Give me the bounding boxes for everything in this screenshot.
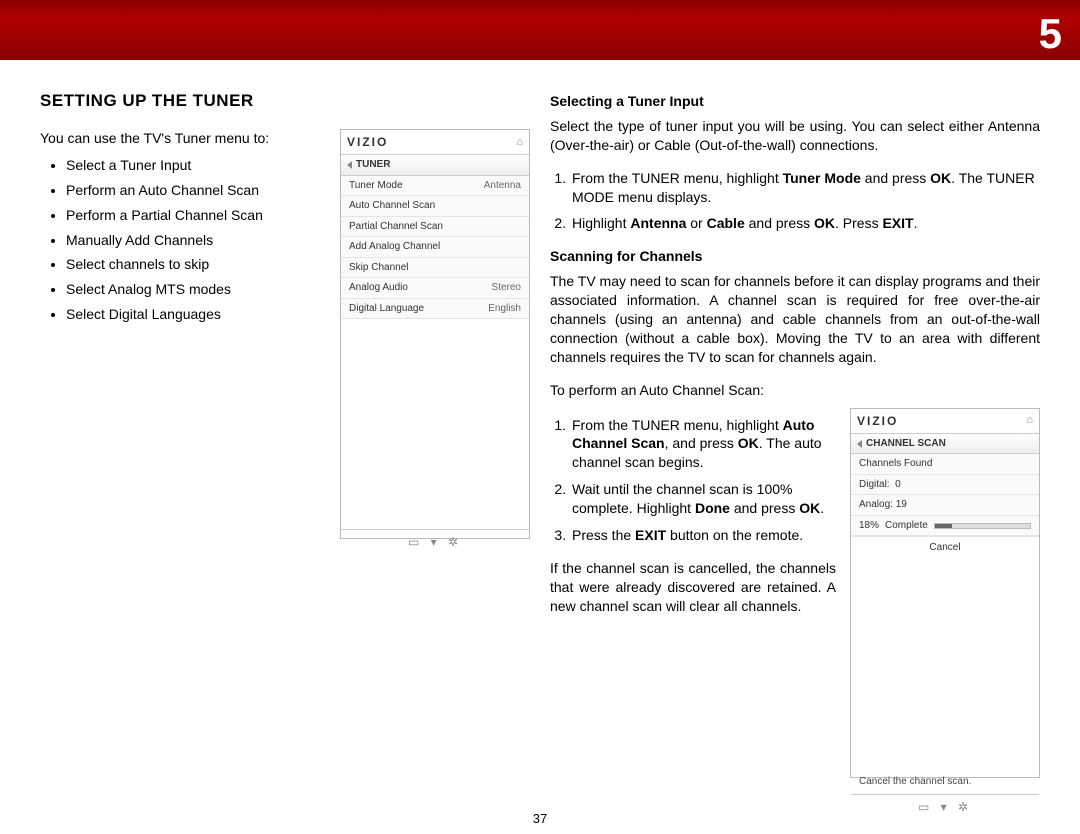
feature-bullets: Select a Tuner Input Perform an Auto Cha… xyxy=(66,156,322,324)
page-body: SETTING UP THE TUNER You can use the TV'… xyxy=(0,60,1080,778)
progress-complete-label: Complete xyxy=(885,519,928,533)
right-column: Selecting a Tuner Input Select the type … xyxy=(550,90,1040,778)
osd-title-row: CHANNEL SCAN xyxy=(851,434,1039,455)
osd-footer-icons: ▭ ▾ ✲ xyxy=(341,529,529,554)
osd-row: Skip Channel xyxy=(341,258,529,279)
osd-row: Analog: 19 xyxy=(851,495,1039,516)
osd-row: Channels Found xyxy=(851,454,1039,475)
osd-row: Digital LanguageEnglish xyxy=(341,299,529,320)
bullet-item: Perform an Auto Channel Scan xyxy=(66,181,322,200)
chapter-number: 5 xyxy=(1039,6,1062,63)
osd-brand: VIZIO xyxy=(857,413,898,429)
page-number: 37 xyxy=(0,810,1080,828)
section-title: SETTING UP THE TUNER xyxy=(40,90,530,113)
step: From the TUNER menu, highlight Tuner Mod… xyxy=(570,169,1040,207)
bullet-item: Select channels to skip xyxy=(66,255,322,274)
bullet-item: Select a Tuner Input xyxy=(66,156,322,175)
bullet-item: Perform a Partial Channel Scan xyxy=(66,206,322,225)
osd-title-row: TUNER xyxy=(341,155,529,176)
lead-text: To perform an Auto Channel Scan: xyxy=(550,381,1040,400)
osd-row: Tuner ModeAntenna xyxy=(341,176,529,197)
step: From the TUNER menu, highlight Auto Chan… xyxy=(570,416,836,473)
bullet-item: Select Analog MTS modes xyxy=(66,280,322,299)
step: Highlight Antenna or Cable and press OK.… xyxy=(570,214,1040,233)
subsection-head: Selecting a Tuner Input xyxy=(550,92,1040,111)
subsection-head: Scanning for Channels xyxy=(550,247,1040,266)
bullet-item: Select Digital Languages xyxy=(66,305,322,324)
osd-row: Partial Channel Scan xyxy=(341,217,529,238)
progress-fill xyxy=(935,524,952,528)
steps-list: From the TUNER menu, highlight Tuner Mod… xyxy=(570,169,1040,234)
left-column: SETTING UP THE TUNER You can use the TV'… xyxy=(40,90,530,778)
progress-bar xyxy=(934,523,1031,529)
osd-tuner-menu: VIZIO ⌂ TUNER Tuner ModeAntenna Auto Cha… xyxy=(340,129,530,539)
paragraph: Select the type of tuner input you will … xyxy=(550,117,1040,155)
osd-row: Add Analog Channel xyxy=(341,237,529,258)
back-triangle-icon xyxy=(857,440,862,448)
osd-row: Auto Channel Scan xyxy=(341,196,529,217)
osd-row: Analog AudioStereo xyxy=(341,278,529,299)
osd-brand: VIZIO xyxy=(347,134,388,150)
bullet-item: Manually Add Channels xyxy=(66,231,322,250)
home-icon: ⌂ xyxy=(1026,413,1033,428)
progress-percent: 18% xyxy=(859,519,879,533)
cancel-row: Cancel xyxy=(851,536,1039,559)
back-triangle-icon xyxy=(347,161,352,169)
osd-channel-scan: VIZIO ⌂ CHANNEL SCAN Channels Found Digi… xyxy=(850,408,1040,778)
osd-hint-text: Cancel the channel scan. xyxy=(851,769,1039,795)
chapter-header-bar: 5 xyxy=(0,0,1080,60)
osd-rows: Tuner ModeAntenna Auto Channel Scan Part… xyxy=(341,176,529,320)
osd-progress-row: 18% Complete xyxy=(851,516,1039,537)
paragraph: The TV may need to scan for channels bef… xyxy=(550,272,1040,366)
step: Wait until the channel scan is 100% comp… xyxy=(570,480,836,518)
osd-title-text: TUNER xyxy=(356,158,390,172)
steps-list: From the TUNER menu, highlight Auto Chan… xyxy=(570,416,836,545)
home-icon: ⌂ xyxy=(516,135,523,150)
paragraph: If the channel scan is cancelled, the ch… xyxy=(550,559,836,616)
intro-text: You can use the TV's Tuner menu to: xyxy=(40,129,322,148)
step: Press the EXIT button on the remote. xyxy=(570,526,836,545)
osd-title-text: CHANNEL SCAN xyxy=(866,437,946,451)
osd-row: Digital: 0 xyxy=(851,475,1039,496)
